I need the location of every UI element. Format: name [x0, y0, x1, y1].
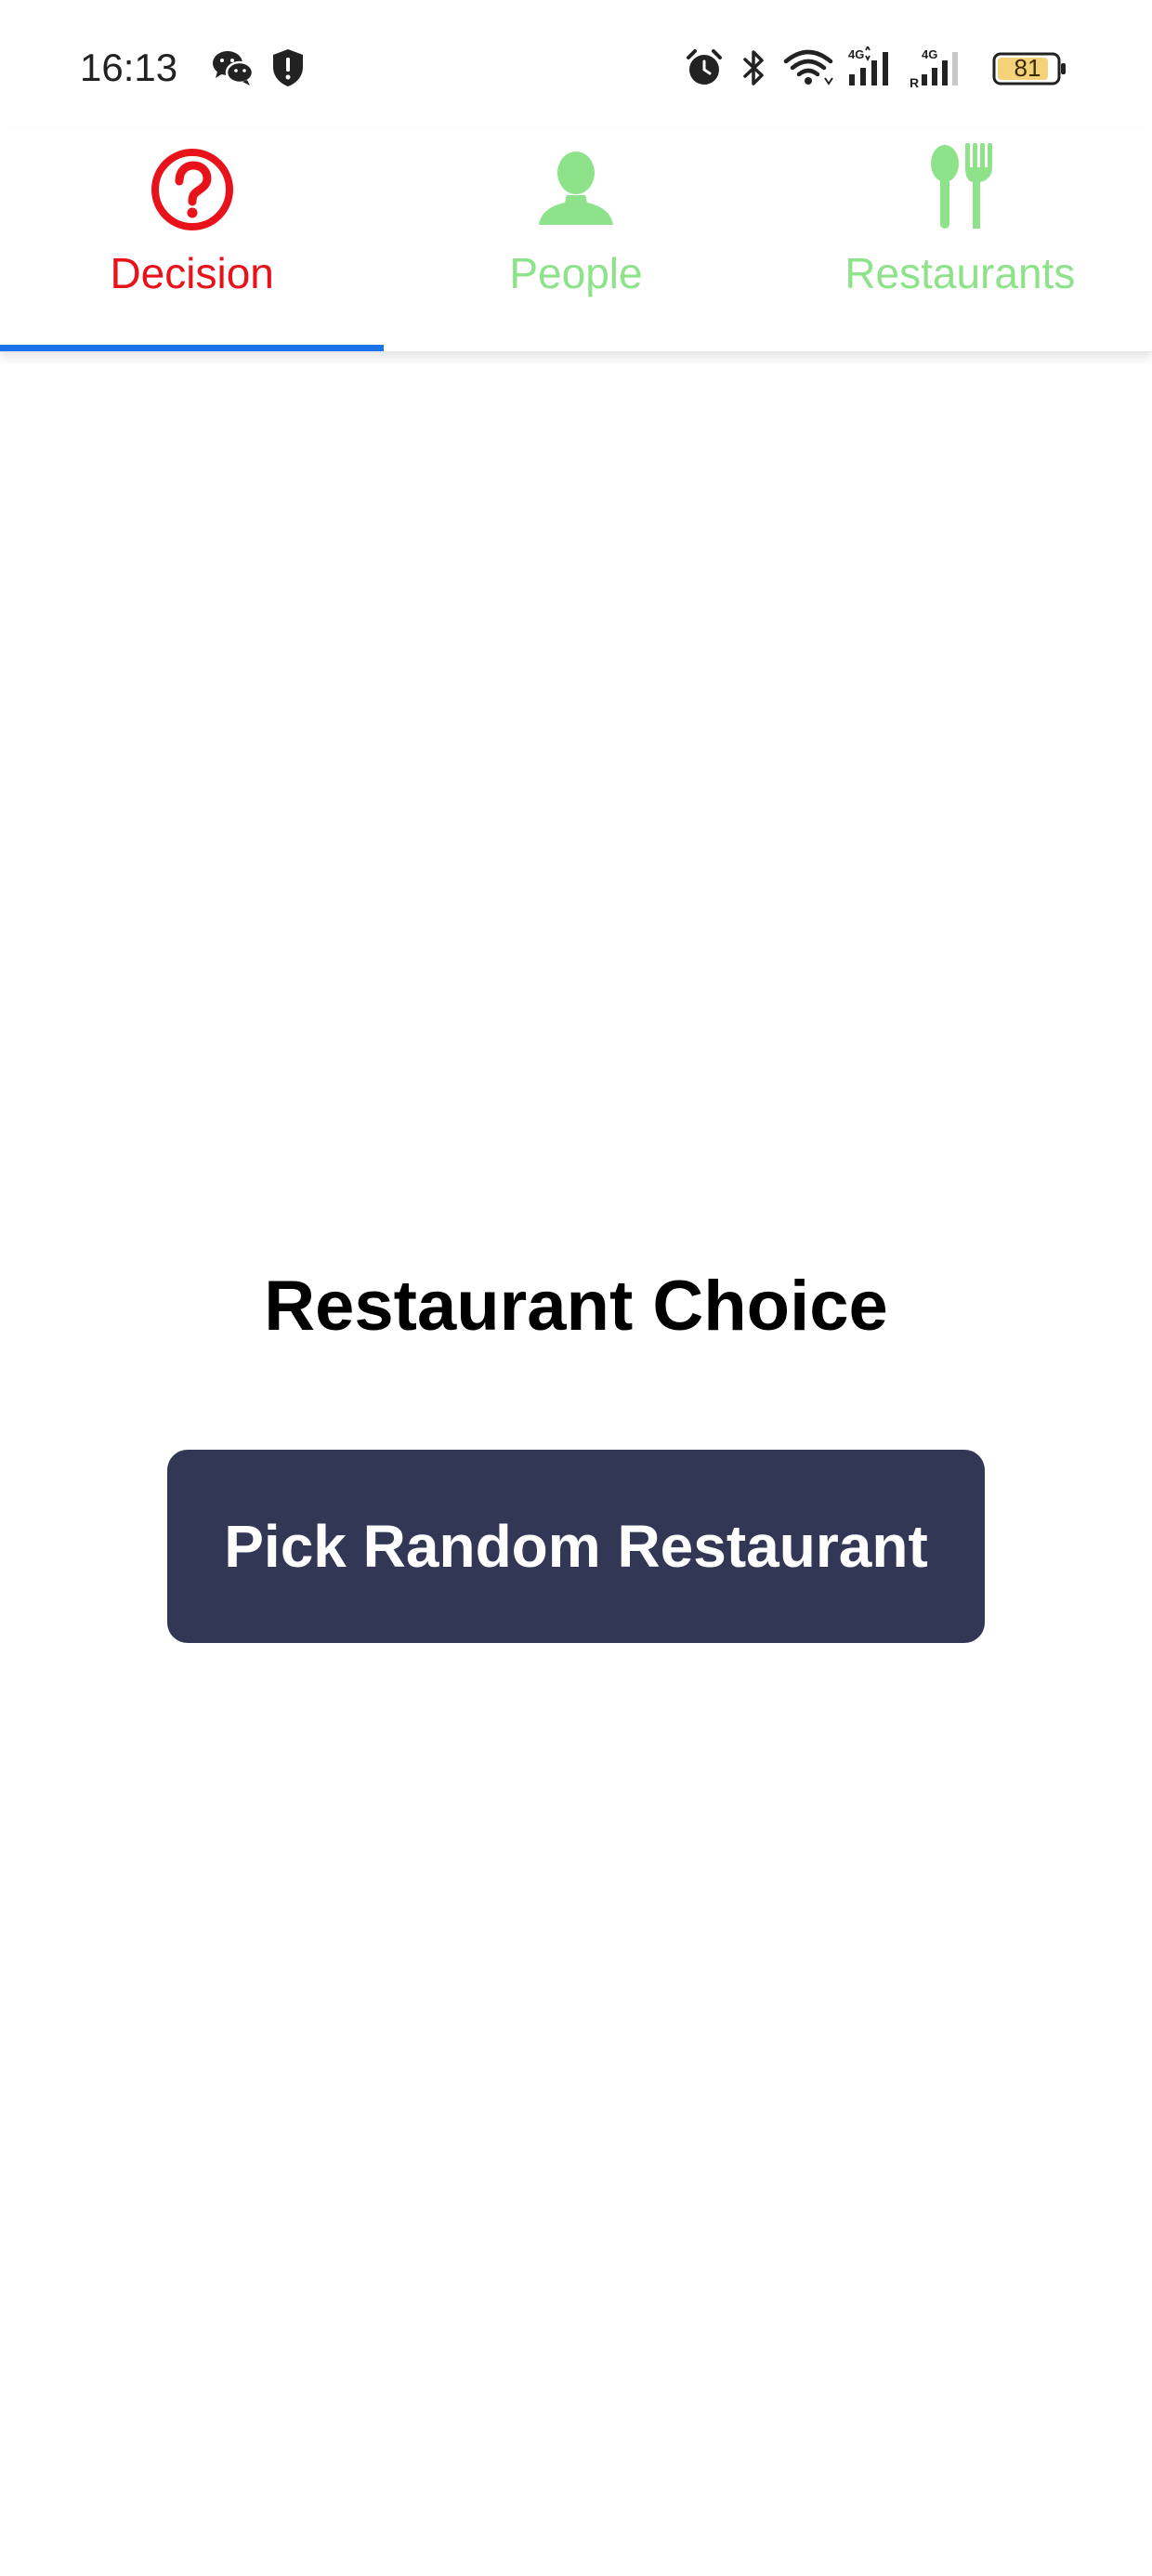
tab-people-label: People [509, 249, 643, 297]
signal-4g-icon: 4G [848, 46, 888, 85]
svg-text:4G: 4G [848, 47, 864, 61]
pick-random-restaurant-button[interactable]: Pick Random Restaurant [167, 1450, 985, 1643]
fork-spoon-icon [931, 143, 993, 229]
question-circle-icon [151, 149, 233, 230]
tab-restaurants-label: Restaurants [844, 249, 1076, 297]
wechat-icon [213, 51, 255, 85]
tab-people[interactable]: People [384, 130, 767, 351]
bluetooth-icon [743, 50, 764, 85]
status-time: 16:13 [80, 46, 178, 89]
svg-text:R: R [910, 75, 919, 89]
alarm-icon [687, 49, 722, 85]
tab-restaurants[interactable]: Restaurants [768, 130, 1152, 351]
status-bar: 16:13 4G 4G R 81 [0, 0, 1152, 130]
app-screen: 16:13 4G 4G R 81 Decision People Restaur… [0, 0, 1152, 2576]
tab-decision-label: Decision [110, 249, 274, 297]
person-icon [538, 151, 613, 225]
tab-decision[interactable]: Decision [0, 130, 385, 351]
wifi-icon [783, 49, 833, 85]
active-tab-indicator [0, 345, 385, 351]
decision-screen: Restaurant Choice Pick Random Restaurant [0, 351, 1152, 2576]
signal-4g-roaming-icon: 4G R [910, 47, 958, 89]
shield-alert-icon [273, 49, 303, 86]
svg-text:4G: 4G [922, 47, 937, 61]
battery-level: 81 [1014, 54, 1041, 82]
tab-bar: Decision People Restaurants [0, 130, 1152, 352]
page-title: Restaurant Choice [264, 1267, 888, 1346]
